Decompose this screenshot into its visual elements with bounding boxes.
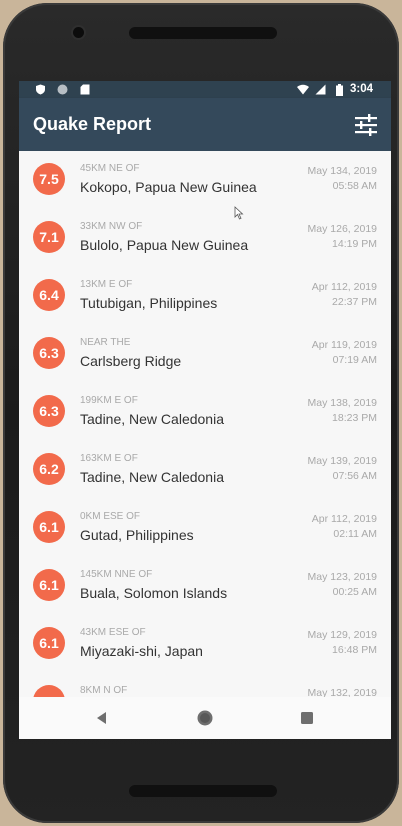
circle-icon [57, 84, 68, 95]
bottom-speaker [129, 785, 277, 797]
quake-time: 00:25 AM [332, 586, 377, 598]
location-offset: 0km ESE of [80, 511, 141, 522]
earthquake-list[interactable]: 7.5 45km NE of Kokopo, Papua New Guinea … [19, 151, 391, 697]
battery-icon [336, 84, 343, 96]
magnitude-badge: 6.3 [33, 337, 65, 369]
wifi-icon [297, 84, 309, 95]
quake-time: 16:48 PM [332, 644, 377, 656]
quake-time: 18:23 PM [332, 412, 377, 424]
list-item[interactable]: 6.4 13km E of Tutubigan, Philippines Apr… [19, 267, 391, 325]
quake-date: May 129, 2019 [307, 629, 377, 641]
signal-icon [315, 84, 326, 95]
list-item[interactable]: 7.1 33km NW of Bulolo, Papua New Guinea … [19, 209, 391, 267]
home-icon [197, 710, 213, 726]
quake-date: May 126, 2019 [307, 223, 377, 235]
nav-recents-button[interactable] [297, 708, 317, 728]
primary-location: Kokopo, Papua New Guinea [80, 179, 257, 195]
quake-date: May 123, 2019 [307, 571, 377, 583]
quake-time: 07:56 AM [332, 470, 377, 482]
quake-date: May 132, 2019 [307, 687, 377, 697]
list-item[interactable]: 7.5 45km NE of Kokopo, Papua New Guinea … [19, 151, 391, 209]
device-screen: 3:04 Quake Report 7.5 45km NE of [19, 81, 391, 739]
location-offset: 199km E of [80, 395, 138, 406]
magnitude-badge: 7.1 [33, 221, 65, 253]
location-offset: 8km N of [80, 685, 128, 696]
quake-date: May 134, 2019 [307, 165, 377, 177]
list-item[interactable]: 6.2 163km E of Tadine, New Caledonia May… [19, 441, 391, 499]
primary-location: Carlsberg Ridge [80, 353, 182, 369]
quake-time: 05:58 AM [332, 180, 377, 192]
location-offset: Near the [80, 337, 131, 348]
magnitude-badge: 6.1 [33, 569, 65, 601]
primary-location: Tadine, New Caledonia [80, 411, 224, 427]
primary-location: Gutad, Philippines [80, 527, 194, 543]
quake-date: Apr 112, 2019 [311, 281, 377, 293]
location-offset: 45km NE of [80, 163, 140, 174]
tune-icon [355, 114, 377, 136]
quake-date: May 139, 2019 [307, 455, 377, 467]
status-bar: 3:04 [19, 81, 391, 98]
magnitude-badge: 6.3 [33, 395, 65, 427]
quake-date: Apr 119, 2019 [311, 339, 377, 351]
primary-location: Tadine, New Caledonia [80, 469, 224, 485]
location-offset: 145km NNE of [80, 569, 153, 580]
location-offset: 33km NW of [80, 221, 143, 232]
quake-time: 07:19 AM [332, 354, 377, 366]
magnitude-badge: 6.4 [33, 279, 65, 311]
quake-time: 02:11 AM [333, 528, 377, 540]
primary-location: Bulolo, Papua New Guinea [80, 237, 249, 253]
back-icon [97, 712, 106, 724]
quake-date: May 138, 2019 [307, 397, 377, 409]
location-offset: 13km E of [80, 279, 133, 290]
list-item[interactable]: 8km N of May 132, 2019 [19, 673, 391, 697]
magnitude-badge: 6.2 [33, 453, 65, 485]
nav-back-button[interactable] [92, 708, 112, 728]
magnitude-badge [33, 685, 65, 697]
settings-button[interactable] [353, 112, 379, 138]
list-item[interactable]: 6.1 43km ESE of Miyazaki-shi, Japan May … [19, 615, 391, 673]
primary-location: Buala, Solomon Islands [80, 585, 228, 601]
list-item[interactable]: 6.1 145km NNE of Buala, Solomon Islands … [19, 557, 391, 615]
phone-frame: 3:04 Quake Report 7.5 45km NE of [3, 3, 399, 823]
magnitude-badge: 6.1 [33, 511, 65, 543]
navigation-bar [19, 697, 391, 739]
app-bar: Quake Report [19, 98, 391, 151]
magnitude-badge: 7.5 [33, 163, 65, 195]
nav-home-button[interactable] [195, 708, 215, 728]
front-camera [73, 27, 84, 38]
sdcard-icon [80, 84, 90, 95]
quake-time: 22:37 PM [332, 296, 377, 308]
shield-icon [36, 84, 45, 95]
list-item[interactable]: 6.3 Near the Carlsberg Ridge Apr 119, 20… [19, 325, 391, 383]
mouse-pointer-icon [234, 206, 244, 220]
location-offset: 163km E of [80, 453, 138, 464]
recents-icon [301, 712, 313, 724]
list-item[interactable]: 6.1 0km ESE of Gutad, Philippines Apr 11… [19, 499, 391, 557]
quake-date: Apr 112, 2019 [311, 513, 377, 525]
top-speaker [129, 27, 277, 39]
primary-location: Miyazaki-shi, Japan [80, 643, 203, 659]
app-title: Quake Report [33, 114, 152, 134]
status-time: 3:04 [350, 83, 374, 95]
location-offset: 43km ESE of [80, 627, 146, 638]
quake-time: 14:19 PM [332, 238, 377, 250]
list-item[interactable]: 6.3 199km E of Tadine, New Caledonia May… [19, 383, 391, 441]
magnitude-badge: 6.1 [33, 627, 65, 659]
primary-location: Tutubigan, Philippines [80, 295, 218, 311]
